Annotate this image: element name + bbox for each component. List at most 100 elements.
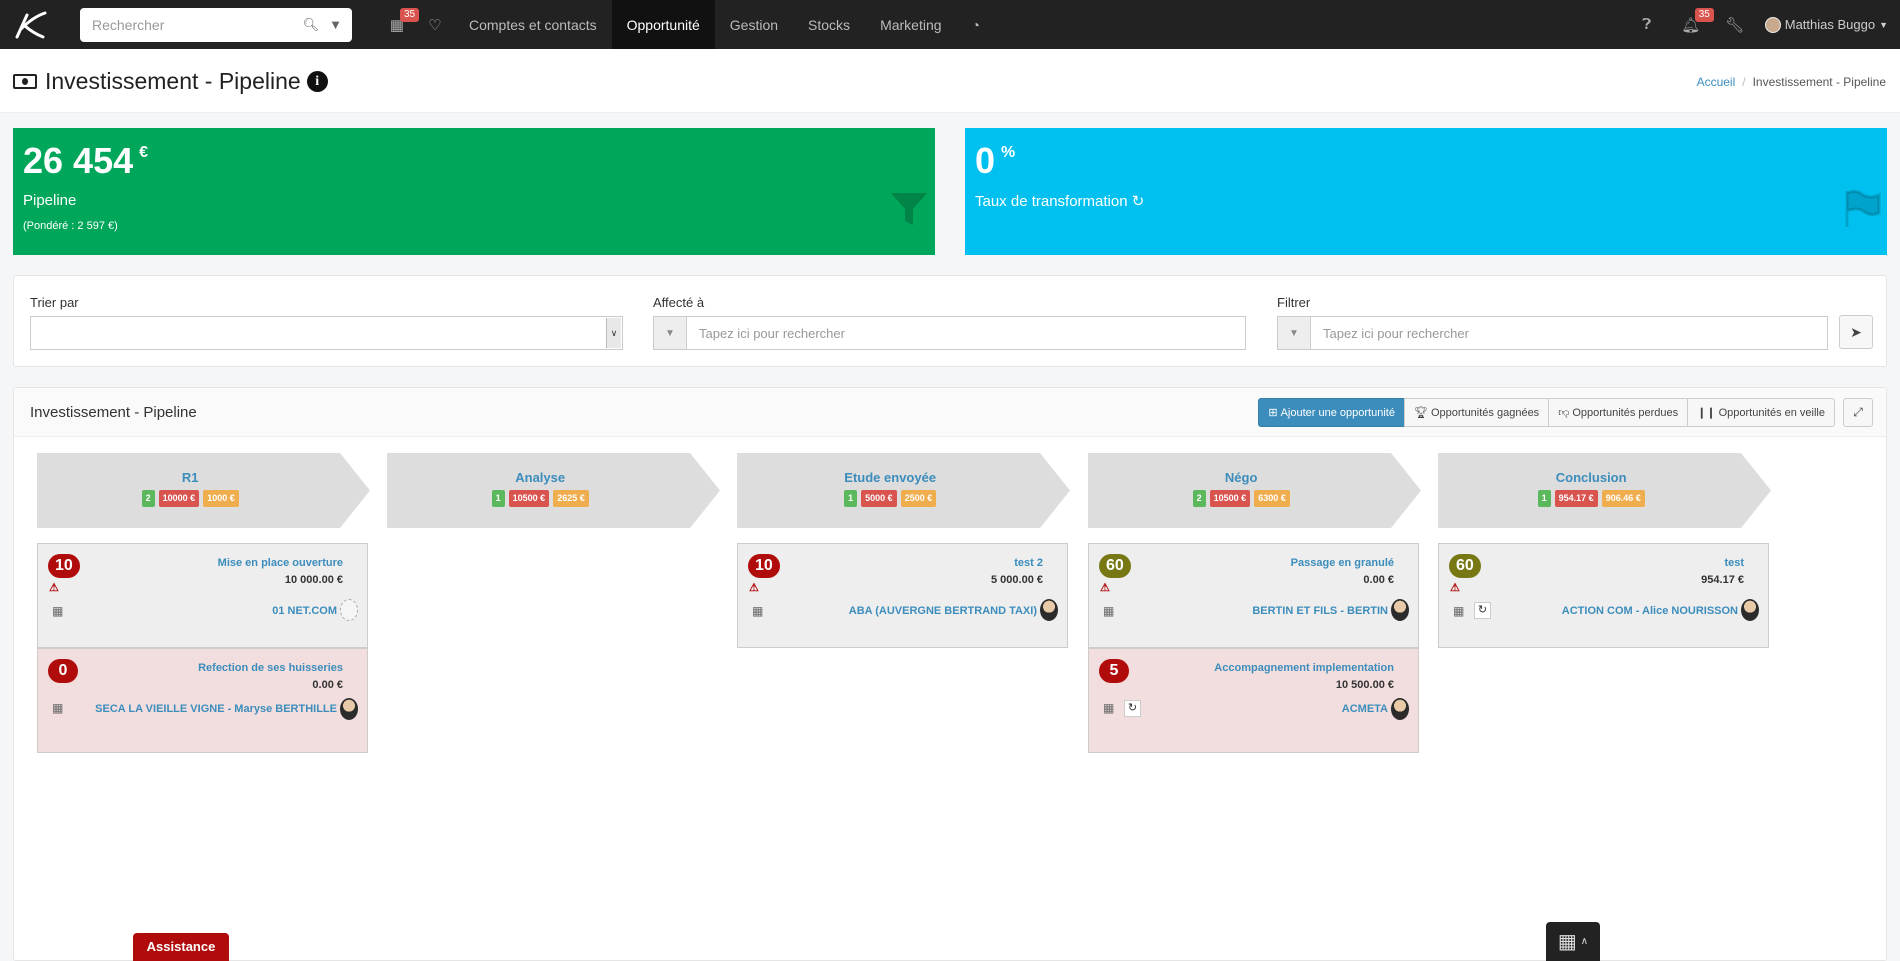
- opportunity-company[interactable]: ACTION COM - Alice NOURISSON: [1562, 605, 1738, 617]
- opportunity-title[interactable]: Refection de ses huisseries: [198, 662, 343, 674]
- sort-select[interactable]: ∨: [30, 316, 623, 350]
- rocket-button[interactable]: ➤: [1839, 315, 1873, 349]
- stage-r1[interactable]: R1 2 10000 €1000 €: [37, 453, 370, 528]
- opportunity-score: 0: [48, 659, 78, 683]
- user-name: Matthias Buggo: [1784, 17, 1876, 32]
- opportunity-title[interactable]: Passage en granulé: [1291, 557, 1394, 569]
- opportunity-card[interactable]: 10 ⚠︎ ▦ Mise en place ouverture 10 000.0…: [37, 543, 368, 648]
- stage-weighted: 1000 €: [203, 490, 239, 507]
- opportunity-card[interactable]: 10 ⚠︎ ▦ test 2 5 000.00 € ABA (AUVERGNE …: [737, 543, 1068, 648]
- stage-conclusion[interactable]: Conclusion 1 954.17 €906.46 €: [1438, 453, 1771, 528]
- opportunity-card[interactable]: 60 ⚠︎ ▦ Passage en granulé 0.00 € BERTIN…: [1088, 543, 1419, 648]
- calendar-icon[interactable]: ▦: [752, 604, 763, 618]
- calendar-icon[interactable]: ▦: [1103, 701, 1114, 715]
- opportunity-score: 60: [1099, 554, 1131, 578]
- menu-marketing[interactable]: Marketing: [865, 0, 956, 49]
- filter-input[interactable]: ▼ Tapez ici pour rechercher: [1277, 316, 1828, 350]
- add-opportunity-button[interactable]: ⊞ Ajouter une opportunité: [1258, 398, 1405, 427]
- opportunity-title[interactable]: test 2: [1014, 557, 1043, 569]
- opportunity-amount: 954.17 €: [1701, 574, 1744, 586]
- filter-icon[interactable]: ▼: [329, 17, 342, 32]
- search-input[interactable]: [92, 16, 293, 33]
- opportunity-company[interactable]: ACMETA: [1342, 703, 1388, 715]
- opportunity-card[interactable]: 5 ▦ ↻ Accompagnement implementation 10 5…: [1088, 648, 1419, 753]
- opportunity-company[interactable]: ABA (AUVERGNE BERTRAND TAXI): [849, 605, 1037, 617]
- opportunity-score: 60: [1449, 554, 1481, 578]
- logo-icon: [15, 11, 47, 38]
- menu-stocks[interactable]: Stocks: [793, 0, 865, 49]
- opportunity-score: 10: [48, 554, 80, 578]
- calendar-nav-button[interactable]: ▦ 35: [378, 0, 420, 49]
- breadcrumb-home[interactable]: Accueil: [1697, 75, 1736, 89]
- opportunity-card[interactable]: 0 ▦ Refection de ses huisseries 0.00 € S…: [37, 648, 368, 753]
- notifications-button[interactable]: 🔔︎ 35: [1669, 0, 1714, 49]
- watch-opportunities-button[interactable]: ❙❙ Opportunités en veille: [1687, 398, 1835, 427]
- menu-gestion[interactable]: Gestion: [715, 0, 793, 49]
- stage-weighted: 2500 €: [900, 490, 937, 507]
- calendar-widget-button[interactable]: ▦ ∧: [1546, 922, 1600, 961]
- info-icon[interactable]: i: [306, 71, 328, 92]
- help-button[interactable]: ❓︎: [1625, 0, 1669, 49]
- stage-count: 1: [844, 490, 858, 507]
- dashboard-menu-button[interactable]: ◔: [957, 0, 995, 49]
- stage-total: 5000 €: [861, 490, 897, 507]
- stage-name: Etude envoyée: [844, 470, 937, 485]
- menu-opportunite[interactable]: Opportunité: [611, 0, 715, 49]
- flag-icon: [1841, 186, 1881, 241]
- refresh-icon[interactable]: ↻: [1132, 193, 1145, 210]
- calendar-icon[interactable]: ▦: [1453, 604, 1464, 618]
- search-box: 🔍︎ ▼: [80, 7, 352, 42]
- pipeline-weighted: (Pondéré : 2 597 €): [23, 220, 118, 232]
- opportunity-card[interactable]: 60 ⚠︎ ▦ ↻ test 954.17 € ACTION COM - Ali…: [1438, 543, 1769, 648]
- page-title: Investissement - Pipeline i: [13, 68, 328, 95]
- calendar-icon[interactable]: ▦: [52, 701, 63, 715]
- filter-panel: Trier par ∨ Affecté à ▼ Tapez ici pour r…: [13, 275, 1887, 367]
- app-logo[interactable]: [0, 0, 60, 49]
- warning-icon: ⚠︎: [1100, 582, 1110, 594]
- stage-count: 2: [1192, 490, 1206, 507]
- lost-opportunities-button[interactable]: 👎︎ Opportunités perdues: [1548, 398, 1689, 427]
- assistance-button[interactable]: Assistance: [133, 933, 229, 961]
- pipeline-header: Investissement - Pipeline ⊞ Ajouter une o…: [14, 388, 1886, 437]
- contact-avatar: [1391, 698, 1409, 720]
- stage-total: 954.17 €: [1554, 490, 1598, 507]
- user-menu[interactable]: Matthias Buggo ▼: [1764, 16, 1888, 33]
- stage-etude-envoyee[interactable]: Etude envoyée 1 5000 €2500 €: [737, 453, 1070, 528]
- pipeline-label: Pipeline: [23, 192, 77, 209]
- recurring-icon[interactable]: ↻: [1124, 700, 1141, 717]
- recurring-icon[interactable]: ↻: [1474, 602, 1491, 619]
- opportunity-score: 10: [748, 554, 780, 578]
- lightbulb-nav-button[interactable]: ♡: [416, 0, 454, 49]
- opportunity-company[interactable]: BERTIN ET FILS - BERTIN: [1252, 605, 1388, 617]
- opportunity-title[interactable]: Mise en place ouverture: [218, 557, 343, 569]
- calendar-icon: ▦: [1557, 931, 1577, 953]
- assigned-input[interactable]: ▼ Tapez ici pour rechercher: [653, 316, 1246, 350]
- wrench-icon: 🔧︎: [1725, 16, 1745, 34]
- calendar-icon[interactable]: ▦: [1103, 604, 1114, 618]
- warning-icon: ⚠︎: [1450, 582, 1460, 594]
- calendar-icon[interactable]: ▦: [52, 604, 63, 618]
- settings-button[interactable]: 🔧︎: [1713, 0, 1757, 49]
- page-title-text: Investissement - Pipeline: [45, 68, 301, 94]
- search-icon[interactable]: 🔍︎: [303, 17, 320, 33]
- main-menu: Comptes et contacts Opportunité Gestion …: [454, 0, 995, 49]
- plus-square-icon: ⊞: [1268, 407, 1278, 419]
- opportunity-title[interactable]: Accompagnement implementation: [1214, 662, 1394, 674]
- caret-down-icon[interactable]: ▼: [654, 317, 687, 349]
- sort-label: Trier par: [30, 295, 79, 310]
- opportunity-title[interactable]: test: [1724, 557, 1744, 569]
- opportunity-company[interactable]: SECA LA VIEILLE VIGNE - Maryse BERTHILLE: [95, 703, 337, 715]
- stage-total: 10000 €: [158, 490, 200, 507]
- won-opportunities-button[interactable]: 🏆︎ Opportunités gagnées: [1403, 398, 1550, 427]
- caret-down-icon[interactable]: ▼: [1278, 317, 1311, 349]
- stage-analyse[interactable]: Analyse 1 10500 €2625 €: [387, 453, 720, 528]
- stage-nego[interactable]: Négo 2 10500 €6300 €: [1088, 453, 1421, 528]
- stage-weighted: 6300 €: [1254, 490, 1290, 507]
- pipeline-actions: ⊞ Ajouter une opportunité 🏆︎ Opportunités …: [1258, 398, 1835, 427]
- opportunity-amount: 5 000.00 €: [991, 574, 1043, 586]
- opportunity-company[interactable]: 01 NET.COM: [272, 605, 337, 617]
- help-icon: ❓︎: [1642, 16, 1652, 33]
- menu-comptes-contacts[interactable]: Comptes et contacts: [454, 0, 612, 49]
- expand-button[interactable]: ⤢: [1843, 398, 1873, 427]
- stage-name: Analyse: [515, 470, 566, 485]
